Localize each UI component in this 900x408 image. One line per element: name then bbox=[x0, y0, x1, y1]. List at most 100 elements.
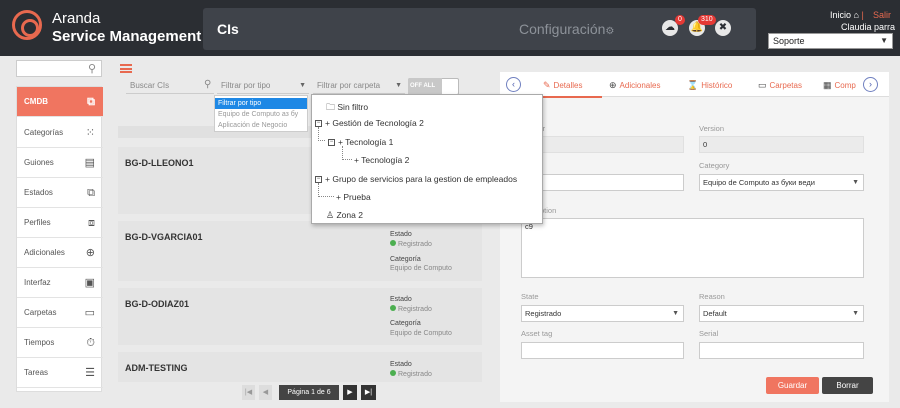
collapse-icon[interactable]: − bbox=[328, 139, 335, 147]
tree-item-grupo-servicios[interactable]: − + Grupo de servicios para la gestion de… bbox=[315, 174, 517, 184]
estado-label: Estado bbox=[390, 361, 412, 368]
sidebar-item-tareas[interactable]: Tareas ☰ bbox=[17, 358, 103, 388]
tree-item-tecnologia-1[interactable]: − + Tecnología 1 bbox=[328, 137, 393, 147]
sidebar-item-tiempos[interactable]: Tiempos ⏱ bbox=[17, 328, 103, 358]
brand-product: Service Management bbox=[52, 28, 202, 45]
tab-adicionales[interactable]: ⊕ Adicionales bbox=[609, 80, 660, 91]
status-dot-icon bbox=[390, 370, 396, 376]
tree-item-label: Gestión de Tecnología 2 bbox=[332, 118, 424, 128]
search-icon[interactable]: ⚲ bbox=[88, 62, 96, 75]
prev-page-button[interactable]: ◀ bbox=[259, 385, 272, 400]
first-page-button[interactable]: |◀ bbox=[242, 385, 255, 400]
tab-label: Carpetas bbox=[769, 81, 802, 90]
filter-tipo-select[interactable]: Filtrar por tipo ▼ bbox=[217, 78, 309, 94]
sidebar-item-label: Tareas bbox=[24, 368, 49, 377]
state-select[interactable]: Registrado ▼ bbox=[521, 305, 684, 322]
sidebar-item-guiones[interactable]: Guiones ▤ bbox=[17, 148, 103, 178]
brand-name: Aranda bbox=[52, 10, 101, 27]
sidebar-item-label: CMDB bbox=[24, 97, 48, 106]
ci-card[interactable]: BG-D-VGARCIA01 Estado Registrado Categor… bbox=[118, 221, 482, 281]
folder-tree-dropdown: 🗀 Sin filtro − + Gestión de Tecnología 2 … bbox=[311, 94, 543, 224]
status-dot-icon bbox=[390, 240, 396, 246]
tabs-next-icon[interactable]: › bbox=[863, 77, 878, 92]
script-icon: ▤ bbox=[84, 157, 95, 169]
tree-item-prueba[interactable]: + Prueba bbox=[336, 192, 371, 202]
name-field[interactable] bbox=[521, 174, 684, 191]
plus-circle-icon: ⊕ bbox=[85, 247, 95, 259]
tabs-prev-icon[interactable]: ‹ bbox=[506, 77, 521, 92]
ci-name: BG-D-LLEONO1 bbox=[125, 158, 194, 168]
description-textarea[interactable]: c9 bbox=[521, 218, 864, 278]
components-icon: ▦ bbox=[823, 80, 832, 90]
filter-carpeta-select[interactable]: Filtrar por carpeta ▼ bbox=[313, 78, 405, 94]
sidebar-item-adicionales[interactable]: Adicionales ⊕ bbox=[17, 238, 103, 268]
categoria-value: Equipo de Computo bbox=[390, 265, 452, 272]
sidebar-item-cmdb[interactable]: CMDB ⧉ bbox=[17, 87, 103, 117]
toggle-off-all[interactable]: OFF ALL bbox=[408, 78, 442, 95]
tools-icon[interactable]: ✖ bbox=[715, 20, 731, 36]
inicio-link[interactable]: Inicio ⌂ | bbox=[830, 10, 864, 20]
asset-tag-field[interactable] bbox=[521, 342, 684, 359]
version-field[interactable]: 0 bbox=[699, 136, 864, 153]
salir-link[interactable]: Salir bbox=[873, 10, 891, 20]
estado-value: Registrado bbox=[390, 305, 432, 313]
tree-item-sin-filtro[interactable]: 🗀 Sin filtro bbox=[326, 100, 368, 116]
tipo-option[interactable]: Filtrar por tipo bbox=[215, 98, 307, 109]
category-select[interactable]: Equipo de Computo аз буки веди ▼ bbox=[699, 174, 864, 191]
header-separator: | bbox=[861, 10, 864, 20]
sidebar-item-perfiles[interactable]: Perfiles ⧈ bbox=[17, 208, 103, 238]
delete-button[interactable]: Borrar bbox=[822, 377, 873, 394]
state-label: State bbox=[521, 292, 539, 301]
menu-icon[interactable] bbox=[120, 64, 132, 73]
tree-item-label: Grupo de servicios para la gestion de em… bbox=[332, 174, 518, 184]
tasks-icon: ☰ bbox=[85, 367, 95, 379]
reason-label: Reason bbox=[699, 292, 725, 301]
tree-item-gestion-tecnologia-2[interactable]: − + Gestión de Tecnología 2 bbox=[315, 118, 424, 128]
reason-select[interactable]: Default ▼ bbox=[699, 305, 864, 322]
page-indicator: Página 1 de 6 bbox=[279, 385, 339, 400]
ci-card[interactable]: ADM-TESTING Estado Registrado bbox=[118, 352, 482, 382]
tree-item-label: Sin filtro bbox=[337, 102, 369, 112]
sidebar-item-label: Estados bbox=[24, 188, 53, 197]
sidebar-item-label: Guiones bbox=[24, 158, 54, 167]
configuracion-link[interactable]: Configuración⚙ bbox=[519, 21, 614, 37]
tipo-option[interactable]: Aplicación de Negocio bbox=[215, 120, 307, 131]
serial-field[interactable] bbox=[699, 342, 864, 359]
tipo-option[interactable]: Equipo de Computo аз бу bbox=[215, 109, 307, 120]
save-button[interactable]: Guardar bbox=[766, 377, 819, 394]
tree-item-tecnologia-2[interactable]: + Tecnología 2 bbox=[354, 155, 409, 165]
role-select[interactable]: Soporte ▼ bbox=[768, 33, 893, 49]
sidebar-item-label: Interfaz bbox=[24, 278, 51, 287]
chevron-down-icon: ▼ bbox=[852, 310, 859, 317]
tab-comp[interactable]: ▦ Comp bbox=[823, 80, 857, 91]
sidebar-item-interfaz[interactable]: Interfaz ▣ bbox=[17, 268, 103, 298]
monitor-icon: ▣ bbox=[84, 277, 95, 289]
tree-item-zona-2[interactable]: ♙ Zona 2 bbox=[326, 210, 363, 221]
tab-label: Comp bbox=[834, 81, 856, 90]
tab-carpetas[interactable]: ▭ Carpetas bbox=[758, 80, 802, 91]
category-label: Category bbox=[699, 161, 730, 170]
chevron-down-icon: ▼ bbox=[299, 82, 306, 89]
sidebar-item-label: Carpetas bbox=[24, 308, 57, 317]
module-title: CIs bbox=[217, 21, 239, 37]
chevron-down-icon: ▼ bbox=[672, 310, 679, 317]
next-page-button[interactable]: ▶ bbox=[343, 385, 357, 400]
search-cis-input[interactable]: Buscar CIs bbox=[126, 78, 214, 94]
tab-historico[interactable]: ⌛ Histórico bbox=[687, 80, 732, 91]
sidebar: CMDB ⧉ Categorías ⁙ Guiones ▤ Estados ⧉ Perf… bbox=[16, 86, 103, 392]
last-page-button[interactable]: ▶| bbox=[361, 385, 376, 400]
tab-detalles[interactable]: ✎ Detalles bbox=[543, 80, 582, 91]
sidebar-item-estados[interactable]: Estados ⧉ bbox=[17, 178, 103, 208]
tab-label: Histórico bbox=[701, 81, 733, 90]
ci-name: BG-D-ODIAZ01 bbox=[125, 299, 190, 309]
sidebar-item-categorias[interactable]: Categorías ⁙ bbox=[17, 118, 103, 148]
categoria-label: Categoría bbox=[390, 256, 421, 263]
ci-card[interactable]: BG-D-ODIAZ01 Estado Registrado Categoría… bbox=[118, 288, 482, 345]
state-value: Registrado bbox=[525, 309, 562, 318]
estado-text: Registrado bbox=[398, 371, 432, 378]
edit-icon: ✎ bbox=[543, 80, 551, 90]
search-icon[interactable]: ⚲ bbox=[204, 79, 211, 90]
toggle-off-label: OFF bbox=[410, 83, 422, 89]
sidebar-item-carpetas[interactable]: Carpetas ▭ bbox=[17, 298, 103, 328]
identificador-field[interactable] bbox=[521, 136, 684, 153]
